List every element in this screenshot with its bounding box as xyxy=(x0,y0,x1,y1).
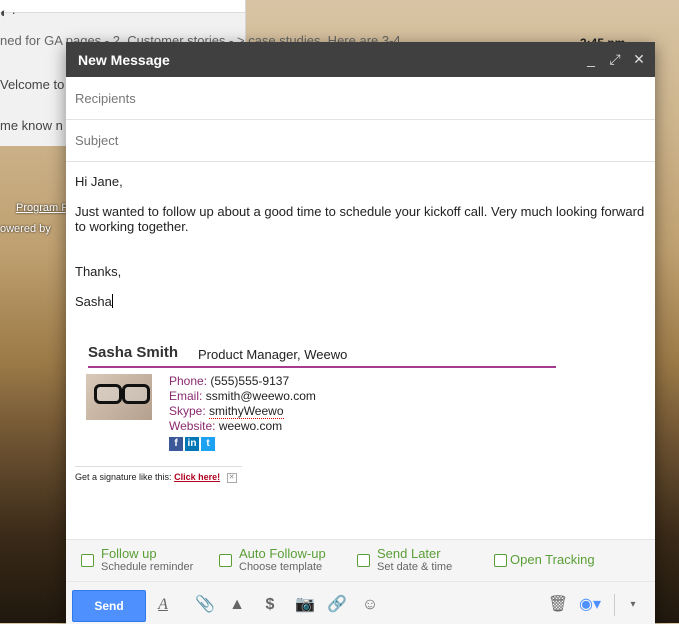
compose-window: New Message _ ⤢ ✕ Recipients Subject Hi … xyxy=(66,42,655,624)
program-policies-link[interactable]: Program P xyxy=(16,202,69,214)
signature-photo xyxy=(86,374,152,420)
recipients-field[interactable]: Recipients xyxy=(66,78,655,120)
linkedin-icon[interactable]: in xyxy=(185,437,199,451)
attach-icon[interactable]: 📎 xyxy=(194,594,216,616)
powered-by-text: owered by xyxy=(0,223,51,235)
subject-field[interactable]: Subject xyxy=(66,120,655,162)
formatting-icon[interactable]: A xyxy=(152,594,174,616)
signature-social: f in t xyxy=(169,437,217,452)
signature-email: Email: ssmith@weewo.com xyxy=(169,389,316,403)
compose-title: New Message xyxy=(78,52,170,68)
more-options-icon[interactable]: ▾ xyxy=(622,594,644,616)
twitter-icon[interactable]: t xyxy=(201,437,215,451)
signature-addon-icon[interactable]: ◉▾ xyxy=(579,594,601,616)
subject-placeholder: Subject xyxy=(75,133,119,148)
text-cursor xyxy=(111,294,113,308)
options-bar: Follow up Schedule reminder Auto Follow-… xyxy=(66,539,655,582)
body-greeting: Hi Jane, xyxy=(75,174,123,189)
trash-icon[interactable]: 🗑 xyxy=(547,594,569,616)
signature-skype: Skype: smithyWeewo xyxy=(169,404,284,419)
inbox-row[interactable]: me know n xyxy=(0,115,63,137)
emoji-icon[interactable]: ☺ xyxy=(359,594,381,616)
minimize-icon[interactable]: _ xyxy=(581,49,601,69)
send-later-checkbox[interactable] xyxy=(357,554,370,567)
body-paragraph: Just wanted to follow up about a good ti… xyxy=(75,204,645,234)
drive-icon[interactable]: ▲ xyxy=(226,594,248,616)
inbox-row[interactable]: Velcome to t xyxy=(0,74,72,96)
signature-title: Product Manager, Weewo xyxy=(198,347,348,362)
signature-phone: Phone: (555)555-9137 xyxy=(169,374,290,388)
compose-toolbar: Send A 📎 ▲ $ 📷 🔗 ☺ 🗑 ◉▾ ▾ xyxy=(66,581,655,624)
signature-divider xyxy=(88,366,556,368)
open-tracking-checkbox[interactable] xyxy=(494,554,507,567)
compose-titlebar[interactable]: New Message _ ⤢ ✕ xyxy=(66,42,655,77)
close-icon[interactable]: ✕ xyxy=(629,49,649,69)
message-body[interactable]: Hi Jane, Just wanted to follow up about … xyxy=(75,174,650,309)
recipients-placeholder: Recipients xyxy=(75,91,136,106)
body-sender-name: Sasha xyxy=(75,294,113,309)
get-signature-promo: Get a signature like this: Click here! ✕ xyxy=(75,472,237,483)
inbox-top-strip xyxy=(0,0,245,13)
signature-name: Sasha Smith xyxy=(88,344,179,361)
photo-icon[interactable]: 📷 xyxy=(294,594,316,616)
toolbar-divider xyxy=(614,594,615,616)
body-closing: Thanks, xyxy=(75,264,122,279)
send-button[interactable]: Send xyxy=(72,590,146,622)
dismiss-promo-icon[interactable]: ✕ xyxy=(226,472,237,483)
auto-follow-up-checkbox[interactable] xyxy=(219,554,232,567)
signature-separator xyxy=(75,466,242,467)
money-icon[interactable]: $ xyxy=(259,594,281,616)
get-signature-link[interactable]: Click here! xyxy=(174,472,220,482)
link-icon[interactable]: 🔗 xyxy=(326,594,348,616)
inbox-row-partial: ◐ · xyxy=(0,5,16,20)
follow-up-checkbox[interactable] xyxy=(81,554,94,567)
signature-website: Website: weewo.com xyxy=(169,419,283,433)
facebook-icon[interactable]: f xyxy=(169,437,183,451)
expand-icon[interactable]: ⤢ xyxy=(605,49,625,69)
